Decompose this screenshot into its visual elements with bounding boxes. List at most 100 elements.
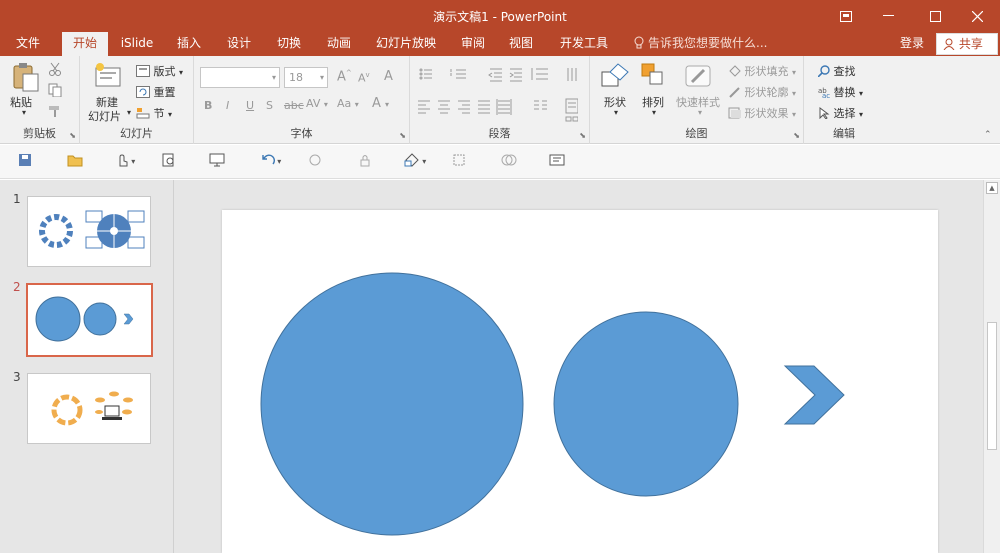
text-direction-icon[interactable] [567,68,577,81]
quick-styles-button[interactable]: 快速样式 ▾ [676,62,724,117]
select-button[interactable]: 选择 ▾ [818,105,863,121]
group-paragraph: 段落 ⬊ [410,56,590,144]
character-spacing-button[interactable]: AV ▾ [306,97,328,110]
scroll-up-button[interactable]: ▲ [986,182,998,194]
tab-insert[interactable]: 插入 [168,32,210,56]
collapse-ribbon-icon[interactable]: ⌃ [984,130,992,140]
shape-icon[interactable]: ▾ [400,153,430,171]
tab-file[interactable]: 文件 [6,32,50,56]
decrease-indent-icon[interactable] [488,68,502,82]
section-button[interactable]: 节 ▾ [136,105,172,121]
align-right-icon[interactable] [458,100,470,114]
bullets-icon[interactable] [419,68,432,80]
find-button[interactable]: 查找 [817,63,856,79]
slide-thumbnail-3[interactable] [27,373,151,444]
cut-button[interactable] [48,62,62,76]
paragraph-launcher-icon[interactable]: ⬊ [579,131,586,140]
format-painter-button[interactable] [48,104,62,118]
textbox-icon[interactable] [548,153,566,171]
slide-thumbnails-pane: 1 2 3 [0,180,174,553]
shapes-button[interactable]: 形状 ▾ [598,62,638,117]
share-button[interactable]: 共享 [936,33,998,55]
medium-circle-shape[interactable] [553,311,739,497]
ribbon-display-options-button[interactable] [823,0,869,32]
scroll-thumb[interactable] [987,322,997,450]
columns-icon[interactable] [534,100,547,110]
change-case-button[interactable]: Aa ▾ [337,97,359,110]
underline-button[interactable]: U [246,99,254,112]
tab-design[interactable]: 设计 [218,32,260,56]
print-preview-icon[interactable] [160,153,178,171]
convert-smartart-icon[interactable] [565,116,578,122]
text-shadow-button[interactable]: S [266,99,273,112]
undo-icon[interactable]: ▾ [256,153,286,171]
tab-view[interactable]: 视图 [500,32,542,56]
vertical-scrollbar[interactable]: ▲ [983,180,1000,553]
align-left-icon[interactable] [418,100,430,114]
bold-button[interactable]: B [204,99,212,112]
arrange-button[interactable]: 排列 ▾ [640,62,674,117]
layout-button[interactable]: 版式 ▾ [136,63,183,79]
shape-fill-button[interactable]: 形状填充 ▾ [728,63,796,79]
save-icon[interactable] [16,153,34,171]
justify-icon[interactable] [478,100,490,114]
shrink-font-button[interactable]: Av [358,71,370,85]
lock-icon[interactable] [356,153,374,171]
editing-group-label: 编辑 [833,127,855,140]
reset-button[interactable]: 重置 [136,84,176,100]
font-name-combobox[interactable]: ▾ [200,67,280,88]
distributed-icon[interactable] [496,99,512,115]
chevron-shape[interactable] [783,365,845,425]
align-icon[interactable] [450,153,468,171]
touch-mode-icon[interactable]: ▾ [110,153,140,171]
grow-font-button[interactable]: A^ [337,69,352,84]
tab-developer[interactable]: 开发工具 [554,32,614,56]
merge-shapes-icon[interactable] [500,153,518,171]
redo-icon[interactable] [306,153,324,171]
increase-indent-icon[interactable] [509,68,522,82]
font-launcher-icon[interactable]: ⬊ [399,131,406,140]
section-dropdown-icon: ▾ [168,110,173,119]
maximize-button[interactable] [912,0,958,32]
clipboard-launcher-icon[interactable]: ⬊ [69,131,76,140]
paste-button[interactable]: 粘贴 ▾ [10,62,44,117]
new-slide-button[interactable]: 新建 幻灯片 ▾ [88,62,134,123]
tell-me-box[interactable]: 告诉我您想要做什么... [633,32,767,56]
close-button[interactable] [954,0,1000,32]
tab-islide[interactable]: iSlide [116,32,158,56]
pen-icon [729,87,740,98]
slideshow-icon[interactable] [208,153,226,171]
shape-fill-label: 形状填充 [744,65,789,78]
copy-button[interactable] [48,83,62,98]
quick-styles-icon [685,65,711,87]
strikethrough-button[interactable]: abc [284,99,304,112]
tab-slideshow[interactable]: 幻灯片放映 [372,32,440,56]
numbering-icon[interactable] [450,69,466,79]
line-spacing-icon[interactable] [531,68,548,80]
folder-icon[interactable] [66,153,84,171]
shape-effects-button[interactable]: 形状效果 ▾ [728,105,796,121]
clear-formatting-button[interactable]: A [384,69,393,84]
drawing-launcher-icon[interactable]: ⬊ [793,131,800,140]
quick-styles-dropdown-icon: ▾ [698,108,703,117]
slide-thumbnail-2[interactable] [26,283,153,357]
group-editing: 查找 ab ac 替换 ▾ 选择 ▾ 编辑 [804,56,884,144]
align-center-icon[interactable] [438,100,450,114]
tab-animations[interactable]: 动画 [318,32,360,56]
font-group-label: 字体 [290,127,313,140]
align-text-icon[interactable] [565,98,578,114]
tab-home[interactable]: 开始 [62,32,108,56]
shape-outline-button[interactable]: 形状轮廓 ▾ [728,84,796,100]
slides-group-label: 幻灯片 [120,127,153,140]
minimize-button[interactable] [866,0,912,32]
font-color-button[interactable]: A ▾ [372,96,389,111]
tab-review[interactable]: 审阅 [452,32,494,56]
large-circle-shape[interactable] [260,272,524,536]
slide-thumbnail-1[interactable] [27,196,151,267]
italic-button[interactable]: I [226,99,229,112]
sign-in-link[interactable]: 登录 [900,32,924,54]
font-size-combobox[interactable]: 18 ▾ [284,67,328,88]
replace-button[interactable]: ab ac 替换 ▾ [818,84,863,100]
tab-transitions[interactable]: 切换 [268,32,310,56]
slide-canvas[interactable] [222,210,938,553]
